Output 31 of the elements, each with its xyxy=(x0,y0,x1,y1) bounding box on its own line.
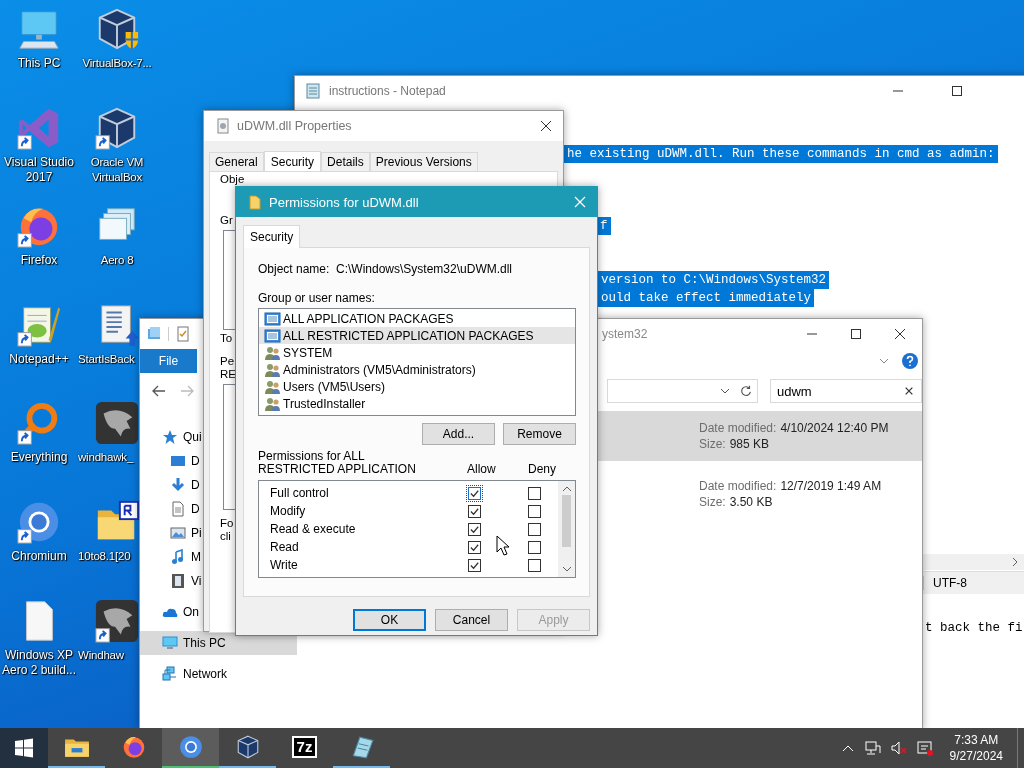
permission-name: Read & execute xyxy=(270,522,357,536)
field-label: Object name: xyxy=(258,262,331,276)
app-logo: 7z xyxy=(291,736,318,758)
window-title: uDWM.dll Properties xyxy=(237,119,352,133)
section-label: Group or user names: xyxy=(258,291,376,305)
field-label: Date modified: xyxy=(699,479,777,493)
label-text: Obje xyxy=(220,172,245,186)
field-value: 4/10/2024 12:40 PM xyxy=(780,421,889,435)
window-title: Permissions for uDWM.dll xyxy=(269,194,419,210)
label-text: To xyxy=(220,331,233,345)
field-value: C:\Windows\System32\uDWM.dll xyxy=(336,262,513,276)
label-text: Gr xyxy=(220,213,233,227)
label-text: RE xyxy=(220,367,236,381)
column-header: Deny xyxy=(528,463,557,476)
field-label: Size: xyxy=(699,437,726,451)
field-label: Size: xyxy=(699,495,726,509)
field-value: 985 KB xyxy=(729,437,770,451)
window-title: instructions - Notepad xyxy=(329,84,446,98)
permission-name: Full control xyxy=(270,486,330,500)
field-value: 3.50 KB xyxy=(729,495,773,509)
column-header: Allow xyxy=(467,463,497,476)
window-title: ystem32 xyxy=(602,327,648,341)
text-line: t back the fi xyxy=(925,620,1023,637)
field-label: Date modified: xyxy=(699,421,777,435)
permission-name: Read xyxy=(270,540,300,554)
label-text: Pe xyxy=(220,354,235,368)
label-text: cli xyxy=(220,529,231,543)
permission-name: Modify xyxy=(270,504,307,518)
permission-name: Write xyxy=(270,558,299,572)
field-value: 12/7/2019 1:49 AM xyxy=(780,479,882,493)
label-text: Fo xyxy=(220,516,234,530)
